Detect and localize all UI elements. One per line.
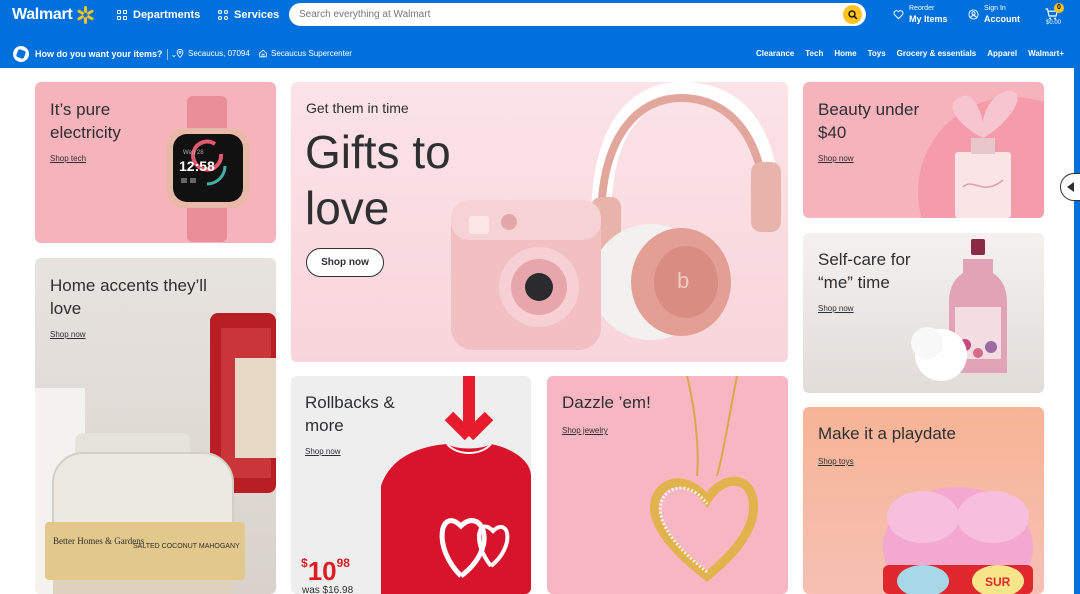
price-dollar: $ xyxy=(301,556,308,570)
side-panel-toggle[interactable] xyxy=(1060,173,1080,201)
header-main-row: Walmart Departments Services Reorder My xyxy=(0,0,1080,40)
card-beauty[interactable]: Beauty under $40 Shop now xyxy=(803,82,1044,218)
spark-icon xyxy=(75,5,95,25)
services-icon xyxy=(218,10,228,20)
top-header: Walmart Departments Services Reorder My xyxy=(0,0,1080,68)
card-tech[interactable]: It’s pure electricity Shop tech Wed 28 1… xyxy=(35,82,276,243)
signin-small-label: Sign In xyxy=(984,5,1006,12)
card-rollbacks[interactable]: Rollbacks & more Shop now $1098 was $16.… xyxy=(291,376,531,594)
svg-text:b: b xyxy=(677,268,689,293)
perfume-image xyxy=(918,90,1044,218)
candles-image: Better Homes & Gardens SALTED COCONUT MA… xyxy=(35,313,276,594)
shop-tech-link[interactable]: Shop tech xyxy=(50,154,86,163)
watch-time: 12:58 xyxy=(179,158,215,174)
user-icon xyxy=(968,8,979,20)
card-eyebrow: Get them in time xyxy=(306,100,409,116)
divider xyxy=(167,49,168,60)
card-selfcare[interactable]: Self-care for “me” time Shop now xyxy=(803,233,1044,393)
bath-products-image xyxy=(911,239,1007,381)
side-panel-edge xyxy=(1074,40,1080,594)
reorder-link[interactable]: Reorder My Items xyxy=(893,4,948,24)
heart-necklace-image xyxy=(649,376,758,582)
toy-text: SUR xyxy=(985,575,1011,589)
category-clearance[interactable]: Clearance xyxy=(756,49,794,58)
services-button[interactable]: Services xyxy=(218,8,279,22)
cart-button[interactable]: 0 $0.00 xyxy=(1043,3,1065,26)
candle-scent: SALTED COCONUT MAHOGANY xyxy=(133,543,240,550)
search-bar xyxy=(289,3,866,26)
category-apparel[interactable]: Apparel xyxy=(987,49,1017,58)
account-link[interactable]: Sign In Account xyxy=(968,4,1020,24)
services-label: Services xyxy=(234,9,280,21)
category-nav: Clearance Tech Home Toys Grocery & essen… xyxy=(756,49,1064,58)
shop-now-link[interactable]: Shop now xyxy=(818,304,854,313)
signin-big-label: Account xyxy=(984,14,1020,24)
category-toys[interactable]: Toys xyxy=(868,49,886,58)
fulfillment-label: How do you want your items? xyxy=(35,49,163,59)
category-home[interactable]: Home xyxy=(834,49,856,58)
card-gifts[interactable]: Get them in time Gifts to love Shop now … xyxy=(291,82,788,362)
search-icon xyxy=(847,9,857,19)
store-icon xyxy=(259,49,267,58)
cart-total: $0.00 xyxy=(1046,20,1062,26)
departments-icon xyxy=(117,10,127,20)
card-jewelry[interactable]: Dazzle ’em! Shop jewelry xyxy=(547,376,788,594)
shop-now-button[interactable]: Shop now xyxy=(306,248,384,277)
chevron-left-icon xyxy=(1067,182,1074,192)
zip-label: Secaucus, 07094 xyxy=(188,49,250,58)
price-cents: 98 xyxy=(336,556,350,570)
location-pin-icon xyxy=(176,49,184,58)
zip-location[interactable]: Secaucus, 07094 xyxy=(176,49,250,58)
shop-now-link[interactable]: Shop now xyxy=(305,447,341,456)
was-price: was $16.98 xyxy=(302,585,354,594)
walmart-logo[interactable]: Walmart xyxy=(12,4,95,26)
store-location[interactable]: Secaucus Supercenter xyxy=(259,49,352,58)
card-toys[interactable]: Make it a playdate Shop toys SUR xyxy=(803,407,1044,594)
shop-toys-link[interactable]: Shop toys xyxy=(818,457,854,466)
toy-doll-image: SUR xyxy=(883,487,1033,594)
headphones-camera-image: b xyxy=(451,82,781,350)
search-input[interactable] xyxy=(299,6,829,23)
shop-jewelry-link[interactable]: Shop jewelry xyxy=(562,426,608,435)
reorder-big-label: My Items xyxy=(909,14,948,24)
shop-now-link[interactable]: Shop now xyxy=(818,154,854,163)
logo-text: Walmart xyxy=(12,6,73,23)
departments-label: Departments xyxy=(133,9,201,21)
search-button[interactable] xyxy=(843,5,862,24)
card-title: Make it a playdate xyxy=(818,424,956,443)
category-walmart-plus[interactable]: Walmart+ xyxy=(1028,49,1064,58)
candle-brand: Better Homes & Gardens xyxy=(53,536,145,546)
watch-date: Wed 28 xyxy=(183,150,204,156)
store-label: Secaucus Supercenter xyxy=(271,49,352,58)
rollback-price: $1098 xyxy=(301,556,350,587)
smartwatch-image: Wed 28 12:58 xyxy=(167,96,249,242)
departments-button[interactable]: Departments xyxy=(117,8,200,22)
card-home[interactable]: Home accents they’ll love Shop now Bette… xyxy=(35,258,276,594)
sweater-image xyxy=(381,376,531,594)
fulfillment-selector[interactable]: How do you want your items? ⌄ xyxy=(13,46,177,62)
heart-icon xyxy=(893,9,904,19)
price-whole: 10 xyxy=(307,556,337,586)
subnav-row: How do you want your items? ⌄ Secaucus, … xyxy=(0,41,1080,68)
cart-count-badge: 0 xyxy=(1054,3,1064,13)
category-grocery[interactable]: Grocery & essentials xyxy=(897,49,977,58)
reorder-small-label: Reorder xyxy=(909,5,935,12)
category-tech[interactable]: Tech xyxy=(805,49,823,58)
fulfillment-icon xyxy=(13,46,29,62)
card-title: It’s pure electricity xyxy=(50,100,121,142)
